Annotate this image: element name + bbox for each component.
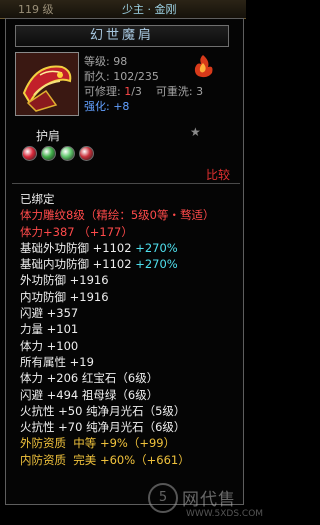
attribute-row-text: 外防资质 中等 +9%（+99） bbox=[20, 436, 176, 451]
attribute-row-text: 基础内功防御 +1102 bbox=[20, 257, 136, 272]
watermark-text: 网代售 bbox=[182, 490, 236, 510]
attribute-row-text: 基础外功防御 +1102 bbox=[20, 240, 136, 255]
attribute-row-text: 闪避 +357 bbox=[20, 306, 79, 321]
attribute-row-text: 已绑定 bbox=[20, 192, 55, 206]
attribute-row: 内功防御 +1916 bbox=[20, 289, 242, 305]
attribute-row-text: 体力 +100 bbox=[20, 338, 79, 353]
stat-row: 可修理: 1/3 可重洗: 3 bbox=[84, 84, 234, 99]
red-gem-icon bbox=[22, 146, 37, 161]
pauldron-icon bbox=[15, 52, 79, 116]
attribute-row-text: 内功防御 +1916 bbox=[20, 289, 109, 304]
top-bar: 119 级 少主 · 金刚 bbox=[0, 0, 246, 19]
stat-row-text: 可重洗: bbox=[141, 85, 197, 98]
attribute-row-text: 体力 +206 红宝石（6级） bbox=[20, 371, 159, 386]
watermark: 5 网代售 WWW.5XDS.COM bbox=[146, 481, 263, 525]
attribute-row-text: 体力雕纹8级（精绘：5级0等・骛适） bbox=[20, 208, 215, 223]
stat-row-text: 强化: bbox=[84, 100, 114, 113]
attribute-row: 所有属性 +19 bbox=[20, 354, 242, 370]
attribute-row: 闪避 +357 bbox=[20, 305, 242, 321]
item-name-box: 幻世魔肩 bbox=[15, 25, 229, 47]
red-gem-icon bbox=[79, 146, 94, 161]
slot-label: 护肩 bbox=[36, 129, 61, 143]
item-tooltip: 幻世魔肩 等级: 98 耐久: 102/235 可修理: 1/3 可重洗: 3 强化:… bbox=[5, 18, 263, 519]
attribute-row: 体力雕纹8级（精绘：5级0等・骛适） bbox=[20, 207, 242, 223]
stat-row-text: 102/235 bbox=[113, 70, 159, 83]
attribute-row-text: 内防资质 完美 +60%（+661） bbox=[20, 452, 190, 467]
attribute-row-text: 闪避 +494 祖母绿（6级） bbox=[20, 387, 159, 402]
stat-row-text: 等级: bbox=[84, 55, 114, 68]
attribute-row: 已绑定 bbox=[20, 191, 242, 207]
attribute-row: 体力+387 （+177） bbox=[20, 224, 242, 240]
attribute-row: 外防资质 中等 +9%（+99） bbox=[20, 435, 242, 451]
attribute-row: 体力 +206 红宝石（6级） bbox=[20, 370, 242, 386]
stat-row-text: 3 bbox=[196, 85, 204, 98]
attribute-row: 火抗性 +50 纯净月光石（5级） bbox=[20, 403, 242, 419]
attribute-row-text: 力量 +101 bbox=[20, 322, 79, 337]
stat-row-text: 可修理: bbox=[84, 85, 125, 98]
watermark-logo-icon: 5 bbox=[148, 483, 178, 513]
attribute-row-text: 所有属性 +19 bbox=[20, 354, 94, 369]
stat-row-text: 98 bbox=[113, 55, 128, 68]
attribute-row-text: 外功防御 +1916 bbox=[20, 273, 109, 288]
green-gem-icon bbox=[60, 146, 75, 161]
green-gem-icon bbox=[41, 146, 56, 161]
level-fragment: 119 级 bbox=[18, 3, 54, 16]
stat-row: 强化: +8 bbox=[84, 99, 234, 114]
attribute-row: 闪避 +494 祖母绿（6级） bbox=[20, 387, 242, 403]
attribute-row-text: +270% bbox=[135, 257, 178, 272]
item-name: 幻世魔肩 bbox=[89, 28, 154, 43]
stat-row-text: +8 bbox=[113, 100, 130, 113]
watermark-url: WWW.5XDS.COM bbox=[186, 509, 264, 519]
attribute-row: 体力 +100 bbox=[20, 338, 242, 354]
stat-row-text: /3 bbox=[131, 85, 142, 98]
star-icon: ★ bbox=[190, 125, 201, 139]
character-name: 少主 · 金刚 bbox=[122, 3, 177, 16]
flame-emblem-icon bbox=[190, 53, 216, 79]
attribute-row: 基础外功防御 +1102 +270% bbox=[20, 240, 242, 256]
attribute-row: 火抗性 +70 纯净月光石（6级） bbox=[20, 419, 242, 435]
attribute-row: 力量 +101 bbox=[20, 321, 242, 337]
stat-row-text: 耐久: bbox=[84, 70, 114, 83]
attribute-row-text: 火抗性 +70 纯净月光石（6级） bbox=[20, 420, 186, 435]
attribute-row-text: 体力+387 bbox=[20, 224, 79, 239]
attribute-row-text: （+177） bbox=[78, 224, 133, 239]
attribute-row: 基础内功防御 +1102 +270% bbox=[20, 256, 242, 272]
attribute-row: 外功防御 +1916 bbox=[20, 272, 242, 288]
attribute-row-text: 火抗性 +50 纯净月光石（5级） bbox=[20, 403, 186, 418]
compare-button[interactable]: 比较 bbox=[206, 166, 230, 183]
attribute-list: 已绑定体力雕纹8级（精绘：5级0等・骛适） 体力+387 （+177） 基础外功防御… bbox=[20, 191, 242, 468]
attribute-row-text: +270% bbox=[135, 240, 178, 255]
attribute-row: 内防资质 完美 +60%（+661） bbox=[20, 452, 242, 468]
divider bbox=[12, 183, 240, 184]
